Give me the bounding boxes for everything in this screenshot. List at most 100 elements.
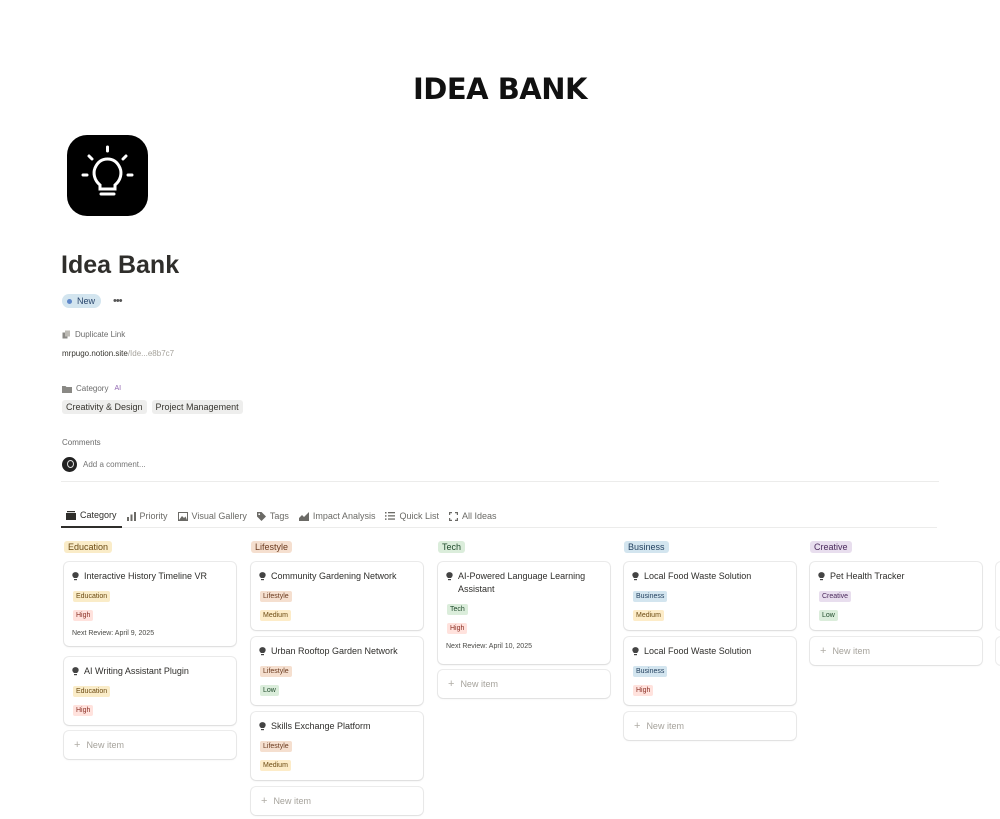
- new-item-label: New item: [273, 796, 311, 806]
- card-title: Pet Health Tracker: [830, 571, 905, 581]
- tab-label: Impact Analysis: [312, 511, 376, 521]
- idea-card[interactable]: Pet Health Tracker Creative Low: [810, 562, 982, 630]
- idea-card[interactable]: AI Writing Assistant Plugin Education Hi…: [64, 657, 236, 725]
- bar-chart-icon: [126, 511, 136, 521]
- new-item-button[interactable]: + New item: [624, 712, 796, 740]
- idea-card[interactable]: Interactive History Timeline VR Educatio…: [64, 562, 236, 646]
- priority-tag: High: [447, 623, 468, 634]
- offscreen-card-edge: [996, 562, 1000, 630]
- column-title: Education: [64, 541, 113, 553]
- lightbulb-icon: [632, 647, 639, 656]
- tag-icon: [256, 511, 266, 521]
- lightbulb-icon: [259, 647, 266, 656]
- comment-row: [62, 457, 283, 472]
- category-tag[interactable]: Project Management: [151, 400, 243, 414]
- tab-label: Visual Gallery: [191, 511, 247, 521]
- category-tag[interactable]: Creativity & Design: [62, 400, 147, 414]
- view-tabs: Category Priority Visual Gallery Tags Im…: [61, 505, 937, 528]
- priority-tag: Medium: [633, 610, 664, 621]
- plus-icon: +: [634, 720, 641, 732]
- expand-icon: [448, 511, 458, 521]
- comments-label: Comments: [62, 438, 101, 447]
- priority-tag: Medium: [260, 760, 291, 771]
- column-title: Lifestyle: [251, 541, 293, 553]
- tab-tags[interactable]: Tags: [252, 505, 294, 528]
- new-item-label: New item: [86, 740, 124, 750]
- next-review-date: Next Review: April 10, 2025: [446, 643, 532, 650]
- card-title: Interactive History Timeline VR: [84, 571, 208, 581]
- property-category[interactable]: Category AI: [62, 384, 121, 393]
- status-label: New: [77, 296, 96, 306]
- copy-icon: [62, 330, 70, 339]
- category-tag: Lifestyle: [260, 741, 292, 752]
- board-icon: [66, 510, 76, 520]
- priority-tag: Medium: [260, 610, 291, 621]
- tab-label: Priority: [139, 511, 168, 521]
- lightbulb-icon: [446, 572, 453, 581]
- duplicate-link-value[interactable]: mrpugo.notion.site/Ide...e8b7c7: [62, 349, 174, 358]
- category-tag: Business: [633, 591, 668, 602]
- category-tag: Lifestyle: [260, 591, 292, 602]
- tab-quick-list[interactable]: Quick List: [380, 505, 444, 528]
- lightbulb-icon: [72, 667, 79, 676]
- category-tag: Education: [73, 591, 111, 602]
- category-tag: Creative: [819, 591, 852, 602]
- tab-label: Quick List: [399, 511, 439, 521]
- lightbulb-icon[interactable]: [67, 135, 148, 216]
- board-column-education: Education Interactive History Timeline V…: [64, 538, 236, 751]
- status-row: New •••: [62, 294, 123, 308]
- tab-impact-analysis[interactable]: Impact Analysis: [294, 505, 381, 528]
- category-tag: Education: [73, 686, 111, 697]
- idea-card[interactable]: Local Food Waste Solution Business High: [624, 637, 796, 705]
- next-review-date: Next Review: April 9, 2025: [72, 630, 155, 637]
- category-tag: Lifestyle: [260, 666, 292, 677]
- new-item-button[interactable]: + New item: [251, 787, 423, 815]
- new-item-button[interactable]: + New item: [438, 670, 610, 698]
- idea-card[interactable]: Urban Rooftop Garden Network Lifestyle L…: [251, 637, 423, 705]
- new-item-button[interactable]: + New item: [810, 637, 982, 665]
- column-title: Creative: [810, 541, 852, 553]
- tab-all-ideas[interactable]: All Ideas: [444, 505, 502, 528]
- idea-card[interactable]: Community Gardening Network Lifestyle Me…: [251, 562, 423, 630]
- link-host: mrpugo.notion.site: [62, 349, 128, 358]
- priority-tag: Low: [819, 610, 838, 621]
- idea-card[interactable]: Local Food Waste Solution Business Mediu…: [624, 562, 796, 630]
- new-item-label: New item: [646, 721, 684, 731]
- idea-card[interactable]: AI-Powered Language Learning Assistant T…: [438, 562, 610, 664]
- comment-input[interactable]: [83, 460, 283, 469]
- plus-icon: +: [820, 645, 827, 657]
- column-title: Business: [624, 541, 669, 553]
- property-label: Duplicate Link: [75, 330, 126, 339]
- lightbulb-icon: [818, 572, 825, 581]
- tab-label: Category: [80, 510, 117, 520]
- card-title: Community Gardening Network: [271, 571, 397, 581]
- ai-badge: AI: [114, 385, 122, 392]
- divider: [61, 481, 939, 482]
- plus-icon: +: [448, 678, 455, 690]
- tab-category[interactable]: Category: [61, 505, 122, 528]
- page-title: Idea Bank: [61, 251, 180, 279]
- card-title: AI-Powered Language Learning Assistant: [458, 571, 586, 594]
- column-title: Tech: [438, 541, 466, 553]
- new-item-button[interactable]: + New item: [64, 731, 236, 759]
- category-tags: Creativity & Design Project Management: [62, 400, 243, 414]
- property-duplicate-link[interactable]: Duplicate Link: [62, 330, 125, 339]
- lightbulb-icon: [632, 572, 639, 581]
- tab-priority[interactable]: Priority: [122, 505, 173, 528]
- idea-card[interactable]: Skills Exchange Platform Lifestyle Mediu…: [251, 712, 423, 780]
- tab-label: Tags: [269, 511, 289, 521]
- banner-title: IDEA BANK: [412, 72, 588, 106]
- status-dot: [67, 298, 72, 304]
- property-label: Category: [76, 384, 109, 393]
- card-title: Urban Rooftop Garden Network: [271, 646, 398, 656]
- more-options-icon[interactable]: •••: [113, 295, 123, 307]
- board-column-tech: Tech AI-Powered Language Learning Assist…: [438, 538, 610, 690]
- offscreen-card-edge: [996, 637, 1000, 665]
- card-title: Skills Exchange Platform: [271, 721, 371, 731]
- priority-tag: Low: [260, 685, 279, 696]
- board-column-creative: Creative Pet Health Tracker Creative Low…: [810, 538, 982, 657]
- status-badge[interactable]: New: [62, 294, 102, 308]
- link-path: /Ide...e8b7c7: [127, 349, 175, 358]
- list-icon: [385, 512, 396, 520]
- tab-visual-gallery[interactable]: Visual Gallery: [173, 505, 252, 528]
